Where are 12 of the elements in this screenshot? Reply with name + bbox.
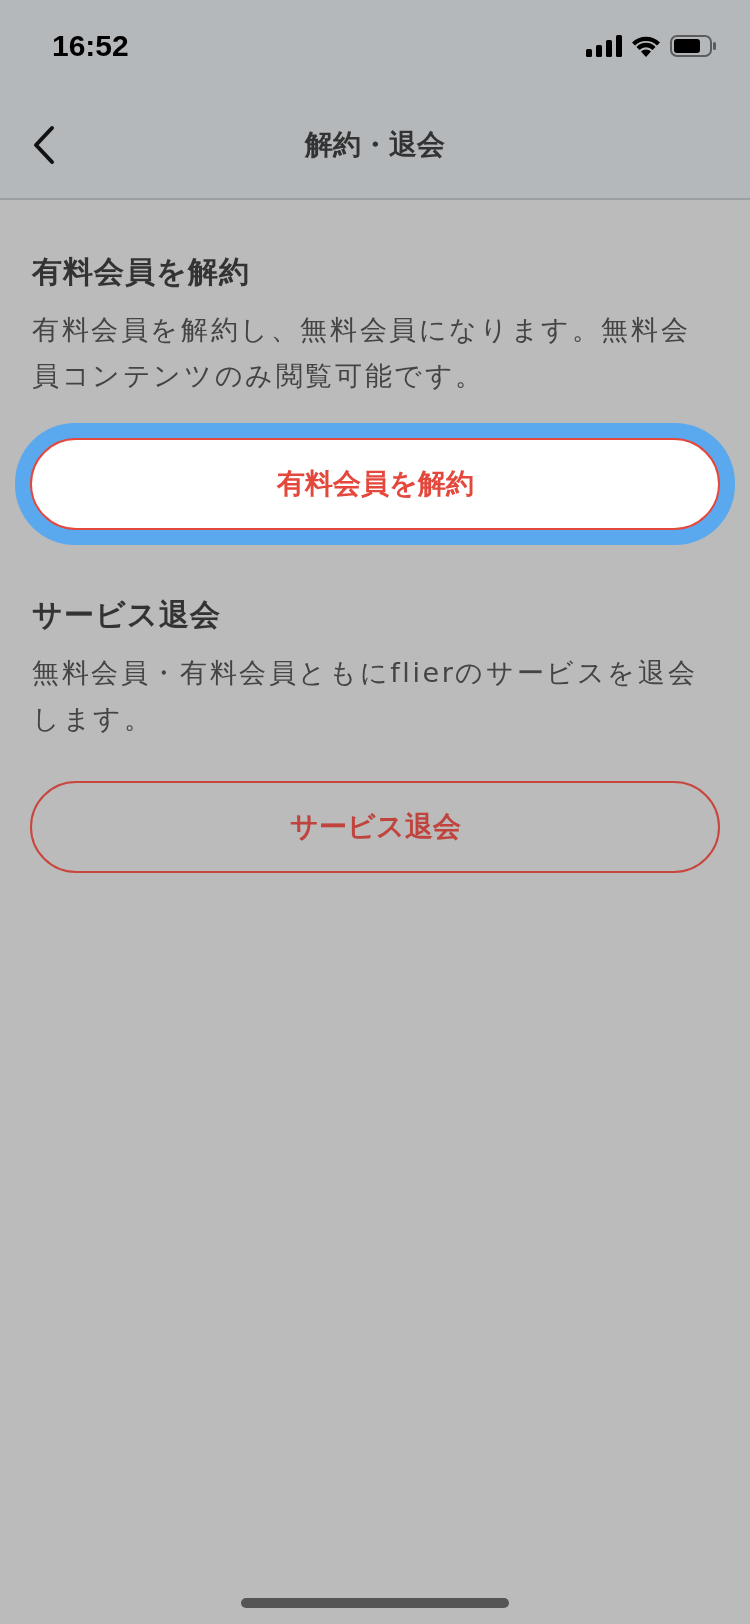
status-time: 16:52 (52, 29, 129, 63)
section-title: サービス退会 (32, 596, 222, 634)
section-description: 有料会員を解約し、無料会員になります。無料会員コンテンツのみ閲覧可能です。 (32, 313, 692, 393)
page-title: 解約・退会 (305, 127, 445, 163)
action-button[interactable]: サービス退会 (30, 781, 720, 873)
wifi-icon (631, 35, 661, 57)
battery-icon (670, 35, 716, 57)
section-title: 有料会員を解約 (32, 253, 251, 291)
section-description: 無料会員・有料会員ともにflierのサービスを退会します。 (32, 656, 699, 736)
action-button[interactable]: 有料会員を解約 (30, 438, 720, 530)
back-icon[interactable] (32, 125, 56, 165)
signal-icon (586, 35, 622, 57)
